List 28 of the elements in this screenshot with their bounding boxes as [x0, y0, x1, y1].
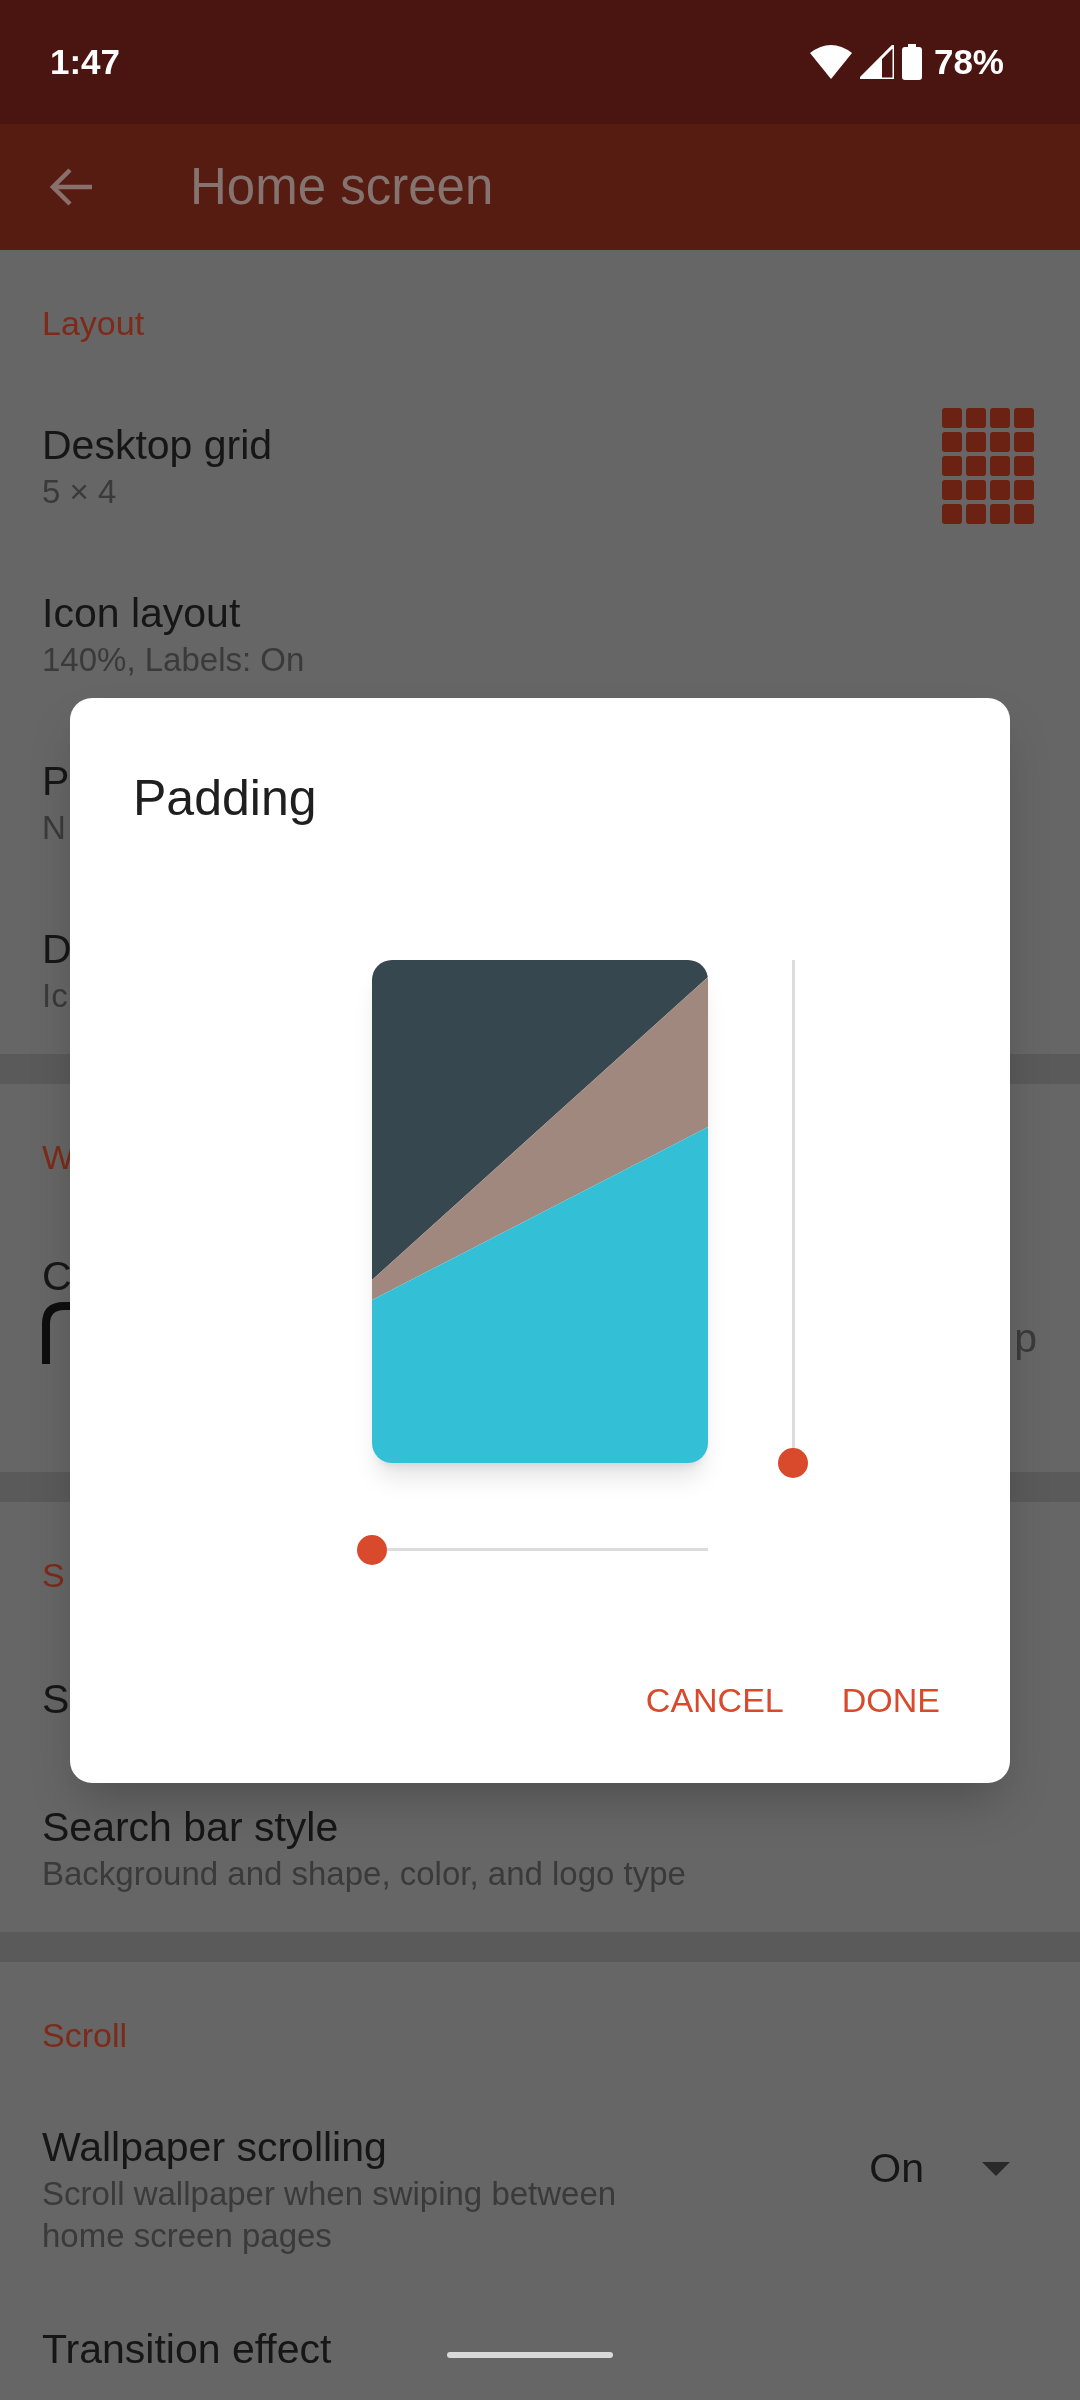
battery-percent: 78%	[933, 40, 1004, 83]
slider-thumb[interactable]	[778, 1448, 808, 1478]
dialog-button[interactable]: CANCEL	[639, 1660, 790, 1740]
setting-title: Icon layout	[42, 589, 241, 638]
section-header: Layout	[42, 304, 145, 342]
setting-title: S	[42, 1675, 70, 1724]
app-bar-title: Home screen	[190, 156, 494, 217]
setting-title: D	[42, 925, 72, 974]
status-time: 1:47	[50, 40, 121, 83]
battery-icon	[901, 44, 922, 80]
arch-icon	[42, 1302, 70, 1364]
signal-icon	[859, 45, 894, 79]
slider-thumb[interactable]	[357, 1535, 387, 1565]
section-header: Scroll	[42, 2016, 128, 2054]
wifi-icon	[809, 45, 852, 79]
dropdown-arrow-icon[interactable]	[982, 2162, 1010, 2176]
grid-icon	[942, 408, 1034, 524]
back-arrow-icon[interactable]	[50, 167, 94, 207]
dropdown-value[interactable]: On	[869, 2138, 924, 2200]
setting-title: Search bar style	[42, 1803, 339, 1852]
dialog-title: Padding	[133, 769, 318, 828]
setting-title: Transition effect	[42, 2325, 332, 2374]
setting-title: P	[42, 757, 70, 806]
dialog-button[interactable]: DONE	[835, 1660, 946, 1740]
section-header: S	[42, 1556, 65, 1594]
setting-title: Wallpaper scrolling	[42, 2123, 387, 2172]
setting-title: C	[42, 1252, 72, 1301]
setting-title: Desktop grid	[42, 421, 273, 470]
